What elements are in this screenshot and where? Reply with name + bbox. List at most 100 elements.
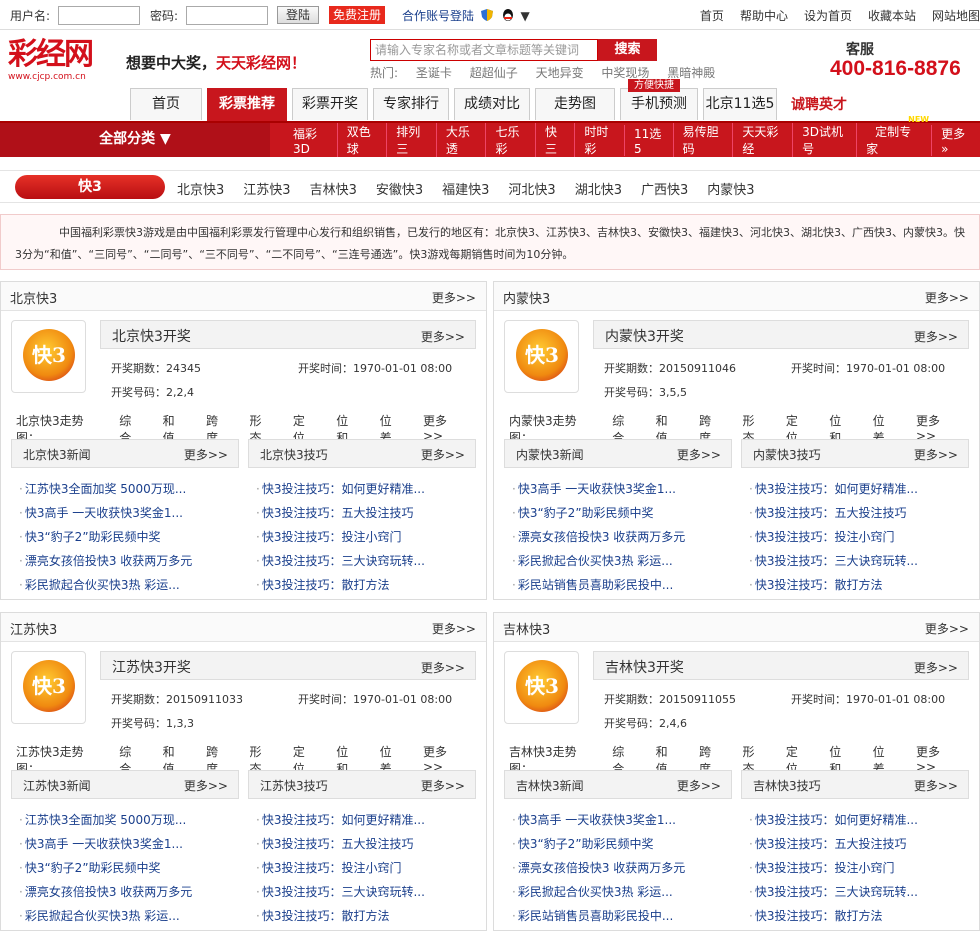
news-item[interactable]: 快3高手 一天收获快3奖金1... bbox=[512, 477, 740, 501]
cat-link[interactable]: 11选5 bbox=[624, 124, 673, 156]
cat-link[interactable]: 排列三 bbox=[386, 123, 436, 157]
nav-home[interactable]: 首页 bbox=[130, 88, 202, 120]
news-item[interactable]: 漂亮女孩倍投快3 收获两万多元 bbox=[512, 856, 740, 880]
region-link[interactable]: 北京快3 bbox=[177, 179, 224, 198]
nav-recommend[interactable]: 彩票推荐 bbox=[207, 88, 287, 122]
tips-item[interactable]: 快3投注技巧：投注小窍门 bbox=[749, 525, 977, 549]
tips-more-link[interactable]: 更多>> bbox=[914, 777, 958, 794]
nav-draw[interactable]: 彩票开奖 bbox=[292, 88, 368, 120]
cat-more[interactable]: 更多 » bbox=[931, 124, 980, 156]
news-item[interactable]: 漂亮女孩倍投快3 收获两万多元 bbox=[512, 525, 740, 549]
k3-active-tab[interactable]: 快3 bbox=[15, 175, 165, 199]
region-link[interactable]: 内蒙快3 bbox=[707, 179, 754, 198]
chevron-down-icon[interactable]: ▼ bbox=[521, 9, 530, 23]
panel-more-link[interactable]: 更多>> bbox=[925, 289, 969, 306]
tips-item[interactable]: 快3投注技巧：散打方法 bbox=[256, 904, 484, 928]
login-button[interactable]: 登陆 bbox=[277, 6, 319, 24]
news-item[interactable]: 漂亮女孩倍投快3 收获两万多元 bbox=[19, 549, 247, 573]
tips-item[interactable]: 快3投注技巧：投注小窍门 bbox=[256, 856, 484, 880]
all-categories-button[interactable]: 全部分类 ▼ bbox=[0, 123, 270, 157]
tips-item[interactable]: 快3投注技巧：如何更好精准... bbox=[256, 477, 484, 501]
nav-compare[interactable]: 成绩对比 bbox=[454, 88, 530, 120]
password-input[interactable] bbox=[186, 6, 268, 25]
tips-item[interactable]: 快3投注技巧：三大诀窍玩转... bbox=[256, 549, 484, 573]
tips-item[interactable]: 快3投注技巧：投注小窍门 bbox=[256, 525, 484, 549]
cat-link[interactable]: 时时彩 bbox=[574, 123, 624, 157]
tips-item[interactable]: 快3投注技巧：散打方法 bbox=[749, 573, 977, 597]
nav-trend[interactable]: 走势图 bbox=[535, 88, 615, 120]
news-item[interactable]: 江苏快3全面加奖 5000万现... bbox=[19, 808, 247, 832]
search-button[interactable]: 搜索 bbox=[598, 39, 657, 61]
region-link[interactable]: 江苏快3 bbox=[243, 179, 290, 198]
hot-link[interactable]: 圣诞卡 bbox=[416, 66, 452, 80]
region-link[interactable]: 湖北快3 bbox=[575, 179, 622, 198]
nav-recruit[interactable]: 诚聘英才 bbox=[791, 94, 847, 114]
news-item[interactable]: 江苏快3全面加奖 5000万现... bbox=[19, 477, 247, 501]
partner-login-link[interactable]: 合作账号登陆 ▼ bbox=[402, 7, 530, 24]
tips-item[interactable]: 快3投注技巧：散打方法 bbox=[256, 573, 484, 597]
tips-item[interactable]: 快3投注技巧：如何更好精准... bbox=[256, 808, 484, 832]
news-item[interactable]: 快3“豹子2”助彩民频中奖 bbox=[512, 501, 740, 525]
news-item[interactable]: 快3高手 一天收获快3奖金1... bbox=[19, 501, 247, 525]
hot-link[interactable]: 天地异变 bbox=[536, 66, 584, 80]
news-more-link[interactable]: 更多>> bbox=[184, 446, 228, 463]
tips-item[interactable]: 快3投注技巧：五大投注技巧 bbox=[256, 501, 484, 525]
tips-more-link[interactable]: 更多>> bbox=[914, 446, 958, 463]
region-link[interactable]: 吉林快3 bbox=[310, 179, 357, 198]
news-more-link[interactable]: 更多>> bbox=[677, 446, 721, 463]
tips-item[interactable]: 快3投注技巧：三大诀窍玩转... bbox=[749, 880, 977, 904]
register-button[interactable]: 免费注册 bbox=[329, 6, 385, 24]
cat-link[interactable]: 大乐透 bbox=[435, 123, 486, 157]
cat-link[interactable]: 七乐彩 bbox=[485, 123, 535, 157]
site-logo[interactable]: 彩经网 www.cjcp.com.cn bbox=[8, 38, 120, 86]
cat-link[interactable]: 天天彩经 bbox=[732, 123, 792, 157]
news-item[interactable]: 快3高手 一天收获快3奖金1... bbox=[512, 808, 740, 832]
region-link[interactable]: 河北快3 bbox=[508, 179, 555, 198]
top-link-home[interactable]: 首页 bbox=[700, 7, 724, 24]
tips-item[interactable]: 快3投注技巧：三大诀窍玩转... bbox=[749, 549, 977, 573]
tips-more-link[interactable]: 更多>> bbox=[421, 446, 465, 463]
tips-item[interactable]: 快3投注技巧：如何更好精准... bbox=[749, 477, 977, 501]
nav-expert-rank[interactable]: 专家排行 bbox=[373, 88, 449, 120]
top-link-bookmark[interactable]: 收藏本站 bbox=[868, 7, 916, 24]
tips-item[interactable]: 快3投注技巧：如何更好精准... bbox=[749, 808, 977, 832]
news-item[interactable]: 彩民站销售员喜助彩民投中... bbox=[512, 904, 740, 928]
tips-item[interactable]: 快3投注技巧：五大投注技巧 bbox=[749, 501, 977, 525]
cat-link[interactable]: 双色球 bbox=[336, 123, 387, 157]
tips-item[interactable]: 快3投注技巧：三大诀窍玩转... bbox=[256, 880, 484, 904]
nav-bj11x5[interactable]: 北京11选5 bbox=[703, 88, 777, 120]
tips-item[interactable]: 快3投注技巧：投注小窍门 bbox=[749, 856, 977, 880]
region-link[interactable]: 福建快3 bbox=[442, 179, 489, 198]
news-item[interactable]: 彩民掀起合伙买快3热 彩运... bbox=[512, 549, 740, 573]
cat-link-special[interactable]: 定制专家 NEW bbox=[856, 115, 931, 157]
news-more-link[interactable]: 更多>> bbox=[184, 777, 228, 794]
news-item[interactable]: 彩民掀起合伙买快3热 彩运... bbox=[19, 573, 247, 597]
draw-more-link[interactable]: 更多>> bbox=[914, 659, 958, 676]
news-item[interactable]: 漂亮女孩倍投快3 收获两万多元 bbox=[19, 880, 247, 904]
draw-more-link[interactable]: 更多>> bbox=[914, 328, 958, 345]
cat-link[interactable]: 3D试机号 bbox=[792, 123, 856, 157]
news-item[interactable]: 快3高手 一天收获快3奖金1... bbox=[19, 832, 247, 856]
username-input[interactable] bbox=[58, 6, 140, 25]
tips-more-link[interactable]: 更多>> bbox=[421, 777, 465, 794]
panel-more-link[interactable]: 更多>> bbox=[432, 620, 476, 637]
panel-more-link[interactable]: 更多>> bbox=[432, 289, 476, 306]
hot-link[interactable]: 超超仙子 bbox=[470, 66, 518, 80]
draw-more-link[interactable]: 更多>> bbox=[421, 659, 465, 676]
top-link-help[interactable]: 帮助中心 bbox=[740, 7, 788, 24]
cat-link[interactable]: 快三 bbox=[535, 123, 574, 157]
region-link[interactable]: 广西快3 bbox=[641, 179, 688, 198]
panel-more-link[interactable]: 更多>> bbox=[925, 620, 969, 637]
nav-mobile[interactable]: 手机预测 bbox=[620, 88, 698, 120]
news-item[interactable]: 快3“豹子2”助彩民频中奖 bbox=[512, 832, 740, 856]
tips-item[interactable]: 快3投注技巧：散打方法 bbox=[749, 904, 977, 928]
news-item[interactable]: 彩民站销售员喜助彩民投中... bbox=[512, 573, 740, 597]
news-item[interactable]: 快3“豹子2”助彩民频中奖 bbox=[19, 525, 247, 549]
news-item[interactable]: 快3“豹子2”助彩民频中奖 bbox=[19, 856, 247, 880]
hot-link[interactable]: 黑暗神殿 bbox=[667, 66, 715, 80]
search-input[interactable]: 请输入专家名称或者文章标题等关键词 bbox=[370, 39, 598, 61]
top-link-set-home[interactable]: 设为首页 bbox=[804, 7, 852, 24]
news-item[interactable]: 彩民掀起合伙买快3热 彩运... bbox=[19, 904, 247, 928]
tips-item[interactable]: 快3投注技巧：五大投注技巧 bbox=[256, 832, 484, 856]
tips-item[interactable]: 快3投注技巧：五大投注技巧 bbox=[749, 832, 977, 856]
